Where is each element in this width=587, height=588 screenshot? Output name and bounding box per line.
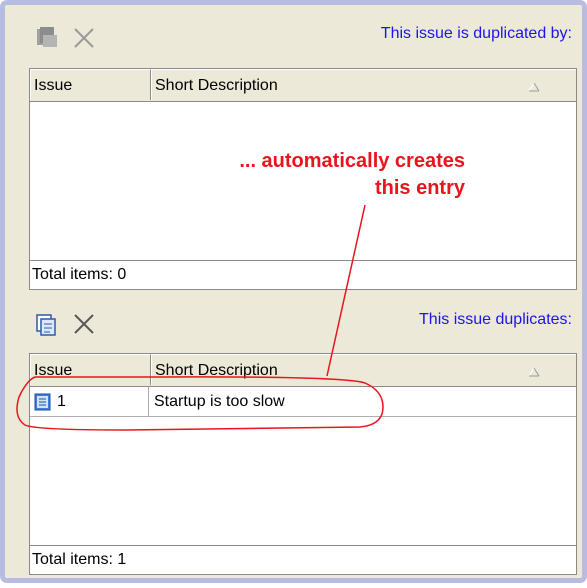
duplicates-toolbar: This issue duplicates:	[29, 311, 576, 349]
annotation-line-1: ... automatically creates	[239, 150, 465, 172]
add-issue-disabled-icon[interactable]	[35, 25, 65, 55]
sort-ascending-icon	[528, 79, 540, 92]
duplicates-title: This issue duplicates:	[419, 311, 572, 328]
duplicates-dialog-frame: This issue is duplicated by: Issue Short…	[0, 0, 587, 583]
remove-icon[interactable]	[71, 311, 101, 341]
duplicated-by-total: Total items: 0	[29, 260, 577, 290]
column-header-issue[interactable]: Issue	[30, 69, 151, 100]
remove-icon[interactable]	[71, 25, 101, 55]
duplicates-table: Issue Short Description 1 Startup is too…	[29, 353, 577, 546]
short-description-cell: Startup is too slow	[154, 393, 285, 410]
column-header-short-description[interactable]: Short Description	[151, 354, 576, 385]
sort-ascending-icon	[528, 364, 540, 377]
add-issue-icon[interactable]	[35, 311, 65, 341]
column-header-short-description[interactable]: Short Description	[151, 69, 576, 100]
issue-number-cell: 1	[57, 387, 149, 416]
duplicates-total: Total items: 1	[29, 545, 577, 575]
duplicated-by-toolbar: This issue is duplicated by:	[29, 25, 576, 63]
table-header: Issue Short Description	[30, 354, 576, 387]
duplicated-by-title: This issue is duplicated by:	[380, 25, 572, 42]
column-header-issue[interactable]: Issue	[30, 354, 151, 385]
table-row[interactable]: 1 Startup is too slow	[30, 387, 576, 417]
issue-document-icon	[34, 393, 52, 411]
annotation-line-2: this entry	[374, 177, 465, 199]
table-header: Issue Short Description	[30, 69, 576, 102]
